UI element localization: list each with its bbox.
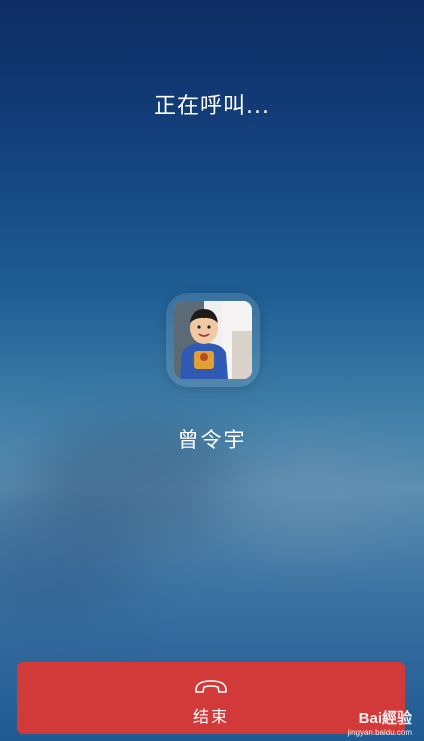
contact-name: 曾令宇 bbox=[177, 428, 247, 452]
baidu-jingyan-watermark: Bai經验 jingyan.baidu.com bbox=[308, 707, 412, 737]
watermark-url: jingyan.baidu.com bbox=[347, 728, 412, 737]
contact-avatar-frame bbox=[166, 293, 260, 387]
watermark-logo: Bai經验 bbox=[358, 710, 412, 727]
call-status: 正在呼叫... bbox=[154, 94, 270, 119]
call-screen: 正在呼叫... 曾令宇 结束 Bai經验 jingyan.baidu.com bbox=[0, 0, 424, 741]
phone-hangup-icon bbox=[193, 676, 229, 696]
avatar-photo bbox=[174, 301, 252, 379]
avatar bbox=[174, 301, 252, 379]
background-blur bbox=[230, 440, 390, 550]
